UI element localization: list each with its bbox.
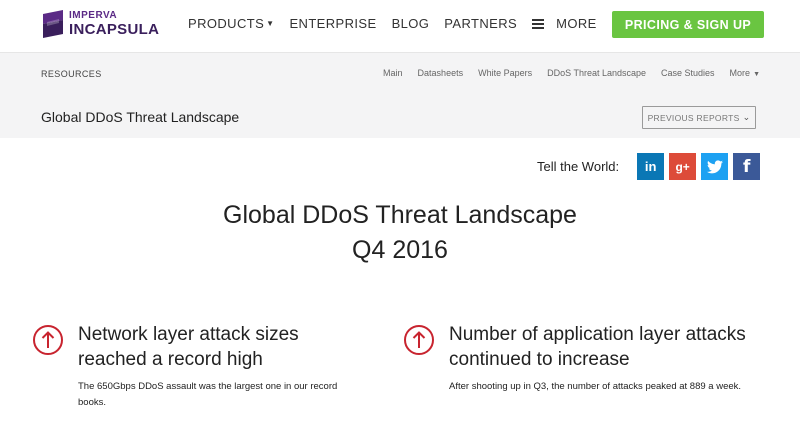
headline-title: Global DDoS Threat Landscape [223,201,577,229]
imperva-incapsula-logo[interactable]: IMPERVA INCAPSULA [41,9,159,39]
resources-link-white-papers[interactable]: White Papers [478,68,532,78]
nav-products-label: PRODUCTS [188,16,265,31]
stat-description: After shooting up in Q3, the number of a… [449,381,742,392]
resources-link-more[interactable]: More ▼ [730,68,760,78]
main-nav: PRODUCTS ▼ ENTERPRISE BLOG PARTNERS MORE [188,16,612,31]
share-label: Tell the World: [537,159,620,174]
nav-more[interactable]: MORE [532,16,597,31]
report-headline: Global DDoS Threat Landscape Q4 2016 [0,198,800,268]
resources-bar: RESOURCES Main Datasheets White Papers D… [0,52,800,96]
headline-period: Q4 2016 [352,236,448,264]
nav-more-label: MORE [556,16,597,31]
stat-description: The 650Gbps DDoS assault was the largest… [78,381,338,408]
arrow-up-circle-icon [404,325,434,355]
stat-title: Number of application layer attacks cont… [449,322,746,372]
stat-title-line: Number of application layer attacks [449,324,746,345]
stat-title-line: reached a record high [78,349,263,370]
resources-link-ddos-threat-landscape[interactable]: DDoS Threat Landscape [547,68,646,78]
stat-title: Network layer attack sizes reached a rec… [78,322,299,372]
nav-enterprise[interactable]: ENTERPRISE [289,16,376,31]
linkedin-icon[interactable]: in [637,153,665,180]
arrow-up-circle-icon [33,325,63,355]
chevron-down-icon: ▼ [753,71,760,78]
chevron-down-icon: ⌄ [742,112,751,122]
previous-reports-button[interactable]: PREVIOUS REPORTS ⌄ [642,106,756,129]
stat-title-line: Network layer attack sizes [78,324,299,345]
resources-more-label: More [729,68,751,78]
pricing-signup-button[interactable]: PRICING & SIGN UP [612,11,764,38]
resources-link-datasheets[interactable]: Datasheets [418,68,464,78]
logo-text-incapsula: INCAPSULA [69,21,160,38]
previous-reports-label: PREVIOUS REPORTS [647,112,740,123]
resources-label: RESOURCES [41,69,102,79]
top-navigation: IMPERVA INCAPSULA PRODUCTS ▼ ENTERPRISE B… [0,0,800,52]
incapsula-logo-mark-icon [43,10,63,38]
stat-title-line: continued to increase [449,349,630,370]
facebook-icon[interactable]: f [733,153,761,180]
page-title: Global DDoS Threat Landscape [41,109,240,125]
logo-text-imperva: IMPERVA [69,10,118,21]
share-row: Tell the World: in g+ f [537,153,765,180]
resources-link-main[interactable]: Main [383,68,403,78]
nav-products[interactable]: PRODUCTS ▼ [188,16,274,31]
resources-links: Main Datasheets White Papers DDoS Threat… [368,68,760,78]
report-title-bar: Global DDoS Threat Landscape PREVIOUS RE… [0,96,800,138]
google-plus-icon[interactable]: g+ [669,153,697,180]
twitter-icon[interactable] [701,153,729,180]
nav-partners[interactable]: PARTNERS [444,16,517,31]
hamburger-menu-icon [532,18,545,29]
nav-blog[interactable]: BLOG [392,16,430,31]
chevron-down-icon: ▼ [266,19,275,28]
resources-link-case-studies[interactable]: Case Studies [661,68,715,78]
